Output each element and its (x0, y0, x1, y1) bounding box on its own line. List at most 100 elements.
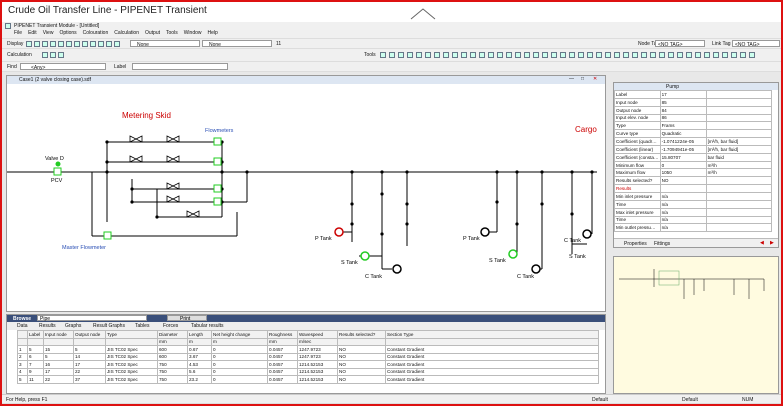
tool-icon-41[interactable] (740, 52, 746, 58)
column-header[interactable]: Section Type (385, 330, 599, 339)
table-cell[interactable]: 4.53 (187, 360, 212, 369)
display-icon-3[interactable] (42, 41, 48, 47)
table-cell[interactable]: 9 (27, 367, 44, 376)
menu-tools[interactable]: Tools (166, 30, 178, 36)
overview-panel[interactable] (613, 256, 779, 394)
tool-icon-3[interactable] (398, 52, 404, 58)
tool-icon-22[interactable] (569, 52, 575, 58)
table-cell[interactable]: 37 (73, 375, 106, 384)
property-value[interactable]: 0 (659, 160, 707, 170)
table-cell[interactable]: 1214.52153 (297, 367, 338, 376)
property-row[interactable]: Label 17 (614, 90, 773, 99)
property-row[interactable]: Input node 85 (614, 97, 773, 107)
table-cell[interactable]: 0.0457 (267, 360, 298, 369)
table-cell[interactable]: NO (337, 345, 386, 354)
column-header[interactable]: Length (187, 330, 212, 339)
column-header[interactable]: Output node (73, 330, 106, 339)
table-cell[interactable]: 7 (27, 360, 44, 369)
property-row[interactable]: Type Frams (614, 121, 773, 131)
tool-icon-11[interactable] (470, 52, 476, 58)
property-row[interactable]: Maximum flow 1050 m³/h (614, 168, 773, 178)
property-value[interactable]: NO (659, 176, 707, 186)
table-cell[interactable]: 16 (43, 360, 74, 369)
table-cell[interactable]: 0 (211, 352, 268, 361)
table-cell[interactable]: 0.0457 (267, 367, 298, 376)
table-cell[interactable]: 1214.52153 (297, 375, 338, 384)
table-cell[interactable]: Constant Gradient (385, 375, 599, 384)
table-cell[interactable]: 1214.52153 (297, 360, 338, 369)
tool-icon-8[interactable] (443, 52, 449, 58)
display-icon-2[interactable] (34, 41, 40, 47)
property-value[interactable]: n/a (659, 223, 707, 233)
column-header[interactable]: Type (105, 330, 158, 339)
tab-forces[interactable]: Forces (163, 323, 178, 329)
table-cell[interactable]: NO (337, 352, 386, 361)
tool-icon-39[interactable] (722, 52, 728, 58)
property-row[interactable]: Coefficient (quadr… -1.0741224e-05 [m³/h, … (614, 137, 773, 146)
tool-icon-33[interactable] (668, 52, 674, 58)
table-cell[interactable]: 17 (43, 367, 74, 376)
tool-icon-42[interactable] (749, 52, 755, 58)
table-cell[interactable]: 750 (157, 367, 188, 376)
tool-icon-32[interactable] (659, 52, 665, 58)
table-cell[interactable]: 0.67 (187, 345, 212, 354)
property-value[interactable]: 85 (659, 97, 707, 107)
property-value[interactable]: 84 (659, 105, 707, 115)
property-row[interactable]: Time n/a (614, 199, 773, 209)
table-cell[interactable]: 22 (43, 375, 74, 384)
tab-fittings[interactable]: Fittings (654, 241, 670, 247)
table-cell[interactable]: 600 (157, 352, 188, 361)
property-row[interactable]: Curve type Quadratic (614, 129, 773, 139)
table-cell[interactable]: NO (337, 375, 386, 384)
menu-file[interactable]: File (14, 30, 22, 36)
tool-icon-7[interactable] (434, 52, 440, 58)
tool-icon-24[interactable] (587, 52, 593, 58)
display-icon-1[interactable] (26, 41, 32, 47)
column-header[interactable]: Diameter (157, 330, 188, 339)
table-cell[interactable]: 0 (211, 345, 268, 354)
display-icon-12[interactable] (114, 41, 120, 47)
table-cell[interactable]: 0.0457 (267, 352, 298, 361)
colour-select-1[interactable]: None (130, 40, 200, 48)
menu-help[interactable]: Help (208, 30, 218, 36)
table-cell[interactable]: 5 (27, 345, 44, 354)
column-header[interactable]: Wavespeed (297, 330, 338, 339)
tool-icon-29[interactable] (632, 52, 638, 58)
chevron-up-icon[interactable] (410, 8, 436, 20)
colour-select-2[interactable]: None (202, 40, 272, 48)
property-value[interactable]: -1.0741224e-05 (659, 137, 707, 146)
menu-window[interactable]: Window (184, 30, 202, 36)
table-cell[interactable]: 600 (157, 345, 188, 354)
property-value[interactable]: n/a (659, 199, 707, 209)
tool-icon-19[interactable] (542, 52, 548, 58)
table-cell[interactable]: 6 (27, 352, 44, 361)
display-icon-9[interactable] (90, 41, 96, 47)
property-row[interactable]: Coefficient (linear) -1.7094941e-05 [m³/h,… (614, 144, 773, 154)
arrow-left-icon[interactable]: ◀ (760, 240, 764, 246)
property-row[interactable]: Max inlet pressure n/a (614, 207, 773, 217)
tool-icon-13[interactable] (488, 52, 494, 58)
table-cell[interactable]: JIS TC02 Spec (105, 345, 158, 354)
tool-icon-28[interactable] (623, 52, 629, 58)
tool-icon-26[interactable] (605, 52, 611, 58)
menu-options[interactable]: Options (59, 30, 76, 36)
table-row[interactable]: 5 11 22 37 JIS TC02 Spec 750 23.2 0 0.04… (17, 375, 599, 384)
table-cell[interactable]: 11 (27, 375, 44, 384)
property-value[interactable]: n/a (659, 215, 707, 225)
label-input[interactable] (132, 63, 228, 70)
tab-result-graphs[interactable]: Result Graphs (93, 323, 125, 329)
table-row[interactable]: 1 5 15 5 JIS TC02 Spec 600 0.67 0 0.0457… (17, 345, 599, 354)
table-row[interactable]: 4 9 17 22 JIS TC02 Spec 750 5.6 0 0.0457… (17, 367, 599, 376)
tool-icon-15[interactable] (506, 52, 512, 58)
browse-type-select[interactable]: Pipe (37, 315, 147, 322)
property-row[interactable]: Min inlet pressure n/a (614, 191, 773, 201)
close-icon[interactable]: ✕ (593, 76, 597, 82)
property-row[interactable]: Minimum flow 0 m³/h (614, 160, 773, 170)
display-icon-5[interactable] (58, 41, 64, 47)
property-value[interactable]: 86 (659, 113, 707, 123)
tool-icon-37[interactable] (704, 52, 710, 58)
table-cell[interactable]: 0 (211, 360, 268, 369)
table-cell[interactable]: 3.67 (187, 352, 212, 361)
tool-icon-14[interactable] (497, 52, 503, 58)
table-cell[interactable]: NO (337, 367, 386, 376)
